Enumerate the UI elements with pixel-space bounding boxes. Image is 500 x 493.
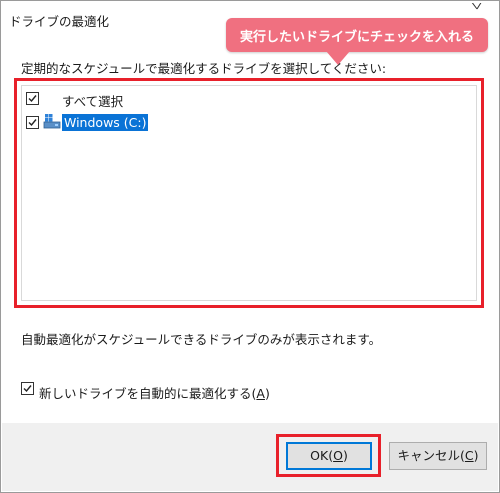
select-all-checkbox[interactable]	[26, 92, 39, 105]
ok-button[interactable]: OK(O)	[286, 442, 372, 470]
checkmark-icon	[23, 385, 32, 393]
close-icon[interactable]	[465, 3, 483, 17]
auto-optimize-checkbox[interactable]	[21, 382, 34, 395]
drive-list[interactable]: すべて選択 Windows (C:)	[21, 85, 477, 301]
drive-list-highlight: すべて選択 Windows (C:)	[14, 78, 484, 308]
instruction-text: 定期的なスケジュールで最適化するドライブを選択してください:	[21, 61, 387, 76]
accelerator-key: A	[256, 386, 265, 401]
info-note: 自動最適化がスケジュールできるドライブのみが表示されます。	[21, 332, 382, 347]
drive-checkbox-c[interactable]	[26, 116, 39, 129]
auto-optimize-label-text: 新しいドライブを自動的に最適化する(	[39, 386, 257, 401]
ok-label: OK(	[310, 448, 334, 463]
annotation-callout: 実行したいドライブにチェックを入れる	[226, 18, 488, 52]
dialog-window: ドライブの最適化 実行したいドライブにチェックを入れる 定期的なスケジュールで最…	[0, 0, 500, 493]
label-suffix: )	[473, 448, 479, 463]
drive-icon	[43, 113, 61, 134]
label-suffix: )	[264, 386, 270, 401]
accelerator-key: O	[333, 448, 343, 463]
callout-text: 実行したいドライブにチェックを入れる	[239, 30, 474, 45]
select-all-label: すべて選択	[62, 94, 124, 109]
accelerator-key: C	[464, 448, 474, 463]
cancel-label: キャンセル(	[397, 448, 465, 463]
checkmark-icon	[28, 119, 37, 127]
drive-label-c[interactable]: Windows (C:)	[62, 114, 149, 131]
label-suffix: )	[342, 448, 348, 463]
cancel-button[interactable]: キャンセル(C)	[389, 442, 487, 470]
window-title: ドライブの最適化	[9, 14, 110, 29]
checkmark-icon	[28, 95, 37, 103]
auto-optimize-label[interactable]: 新しいドライブを自動的に最適化する(A)	[39, 383, 270, 402]
